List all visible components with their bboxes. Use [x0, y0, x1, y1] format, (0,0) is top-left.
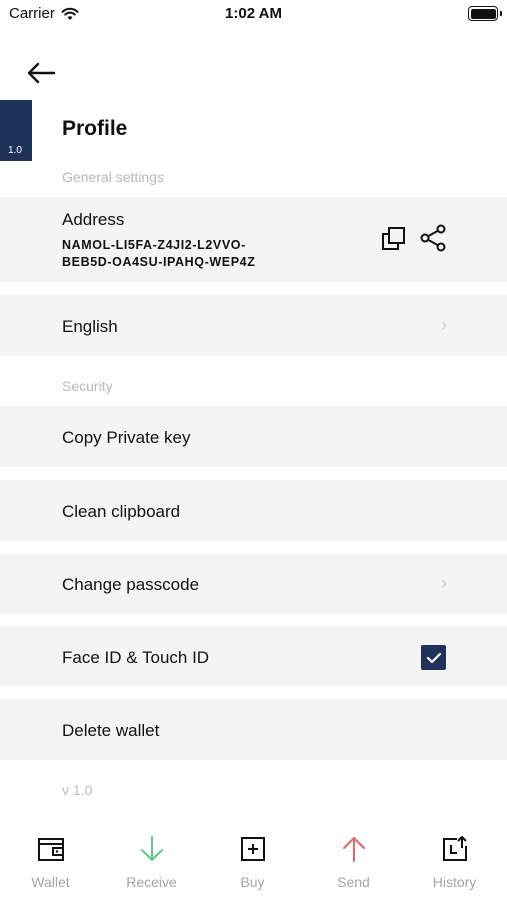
tab-buy[interactable]: Buy: [202, 820, 303, 900]
face-touch-id-checkbox[interactable]: [421, 645, 446, 670]
copy-private-key-label: Copy Private key: [62, 428, 191, 447]
change-passcode-label: Change passcode: [62, 575, 200, 594]
share-icon: [420, 224, 446, 252]
plus-box-icon: [240, 837, 265, 861]
section-label-general: General settings: [62, 169, 164, 185]
tab-send-label: Send: [337, 874, 370, 890]
copy-private-key-row[interactable]: Copy Private key: [0, 406, 507, 467]
arrow-down-icon: [140, 836, 163, 861]
address-title: Address: [62, 210, 125, 229]
delete-wallet-row[interactable]: Delete wallet: [0, 699, 507, 760]
battery-cap: [500, 11, 502, 16]
tab-wallet-label: Wallet: [31, 874, 70, 890]
address-row: Address NAMOL-LI5FA-Z4JI2-L2VVO- BEB5D-O…: [0, 197, 507, 282]
address-value: NAMOL-LI5FA-Z4JI2-L2VVO- BEB5D-OA4SU-IPA…: [62, 237, 362, 271]
page-title: Profile: [62, 117, 128, 140]
delete-wallet-label: Delete wallet: [62, 721, 160, 740]
face-touch-id-label: Face ID & Touch ID: [62, 648, 210, 667]
section-label-security: Security: [62, 378, 113, 394]
change-passcode-row[interactable]: Change passcode ›: [0, 553, 507, 614]
wallet-icon: [37, 838, 64, 861]
version-tag: 1.0: [0, 100, 32, 161]
tab-history-label: History: [432, 874, 477, 890]
chevron-right-icon: ›: [441, 315, 447, 335]
clock: 1:02 AM: [225, 5, 282, 22]
clean-clipboard-label: Clean clipboard: [62, 502, 181, 521]
arrow-left-icon: [27, 62, 56, 84]
tab-history[interactable]: History: [404, 820, 505, 900]
battery-icon: [468, 6, 498, 21]
address-value-line2: BEB5D-OA4SU-IPAHQ-WEP4Z: [62, 255, 256, 269]
back-button[interactable]: [26, 58, 66, 88]
face-touch-id-row: Face ID & Touch ID: [0, 626, 507, 687]
language-row[interactable]: English ›: [0, 295, 507, 356]
history-icon: [442, 836, 467, 861]
chevron-right-icon: ›: [441, 573, 447, 593]
share-address-button[interactable]: [418, 223, 448, 253]
checkmark-icon: [426, 652, 441, 663]
arrow-up-icon: [342, 837, 365, 862]
address-value-line1: NAMOL-LI5FA-Z4JI2-L2VVO-: [62, 238, 246, 252]
copy-address-button[interactable]: [380, 225, 408, 253]
tab-bar: Wallet Receive Buy Send History: [0, 820, 507, 900]
language-label: English: [62, 317, 118, 336]
copy-icon: [382, 227, 405, 250]
tab-receive-label: Receive: [126, 874, 177, 890]
tab-send[interactable]: Send: [303, 820, 404, 900]
status-bar: Carrier 1:02 AM: [0, 0, 507, 30]
app-version: v 1.0: [62, 782, 93, 798]
clean-clipboard-row[interactable]: Clean clipboard: [0, 480, 507, 541]
tab-wallet[interactable]: Wallet: [0, 820, 101, 900]
version-tag-label: 1.0: [8, 145, 22, 156]
tab-receive[interactable]: Receive: [101, 820, 202, 900]
tab-buy-label: Buy: [240, 874, 265, 890]
